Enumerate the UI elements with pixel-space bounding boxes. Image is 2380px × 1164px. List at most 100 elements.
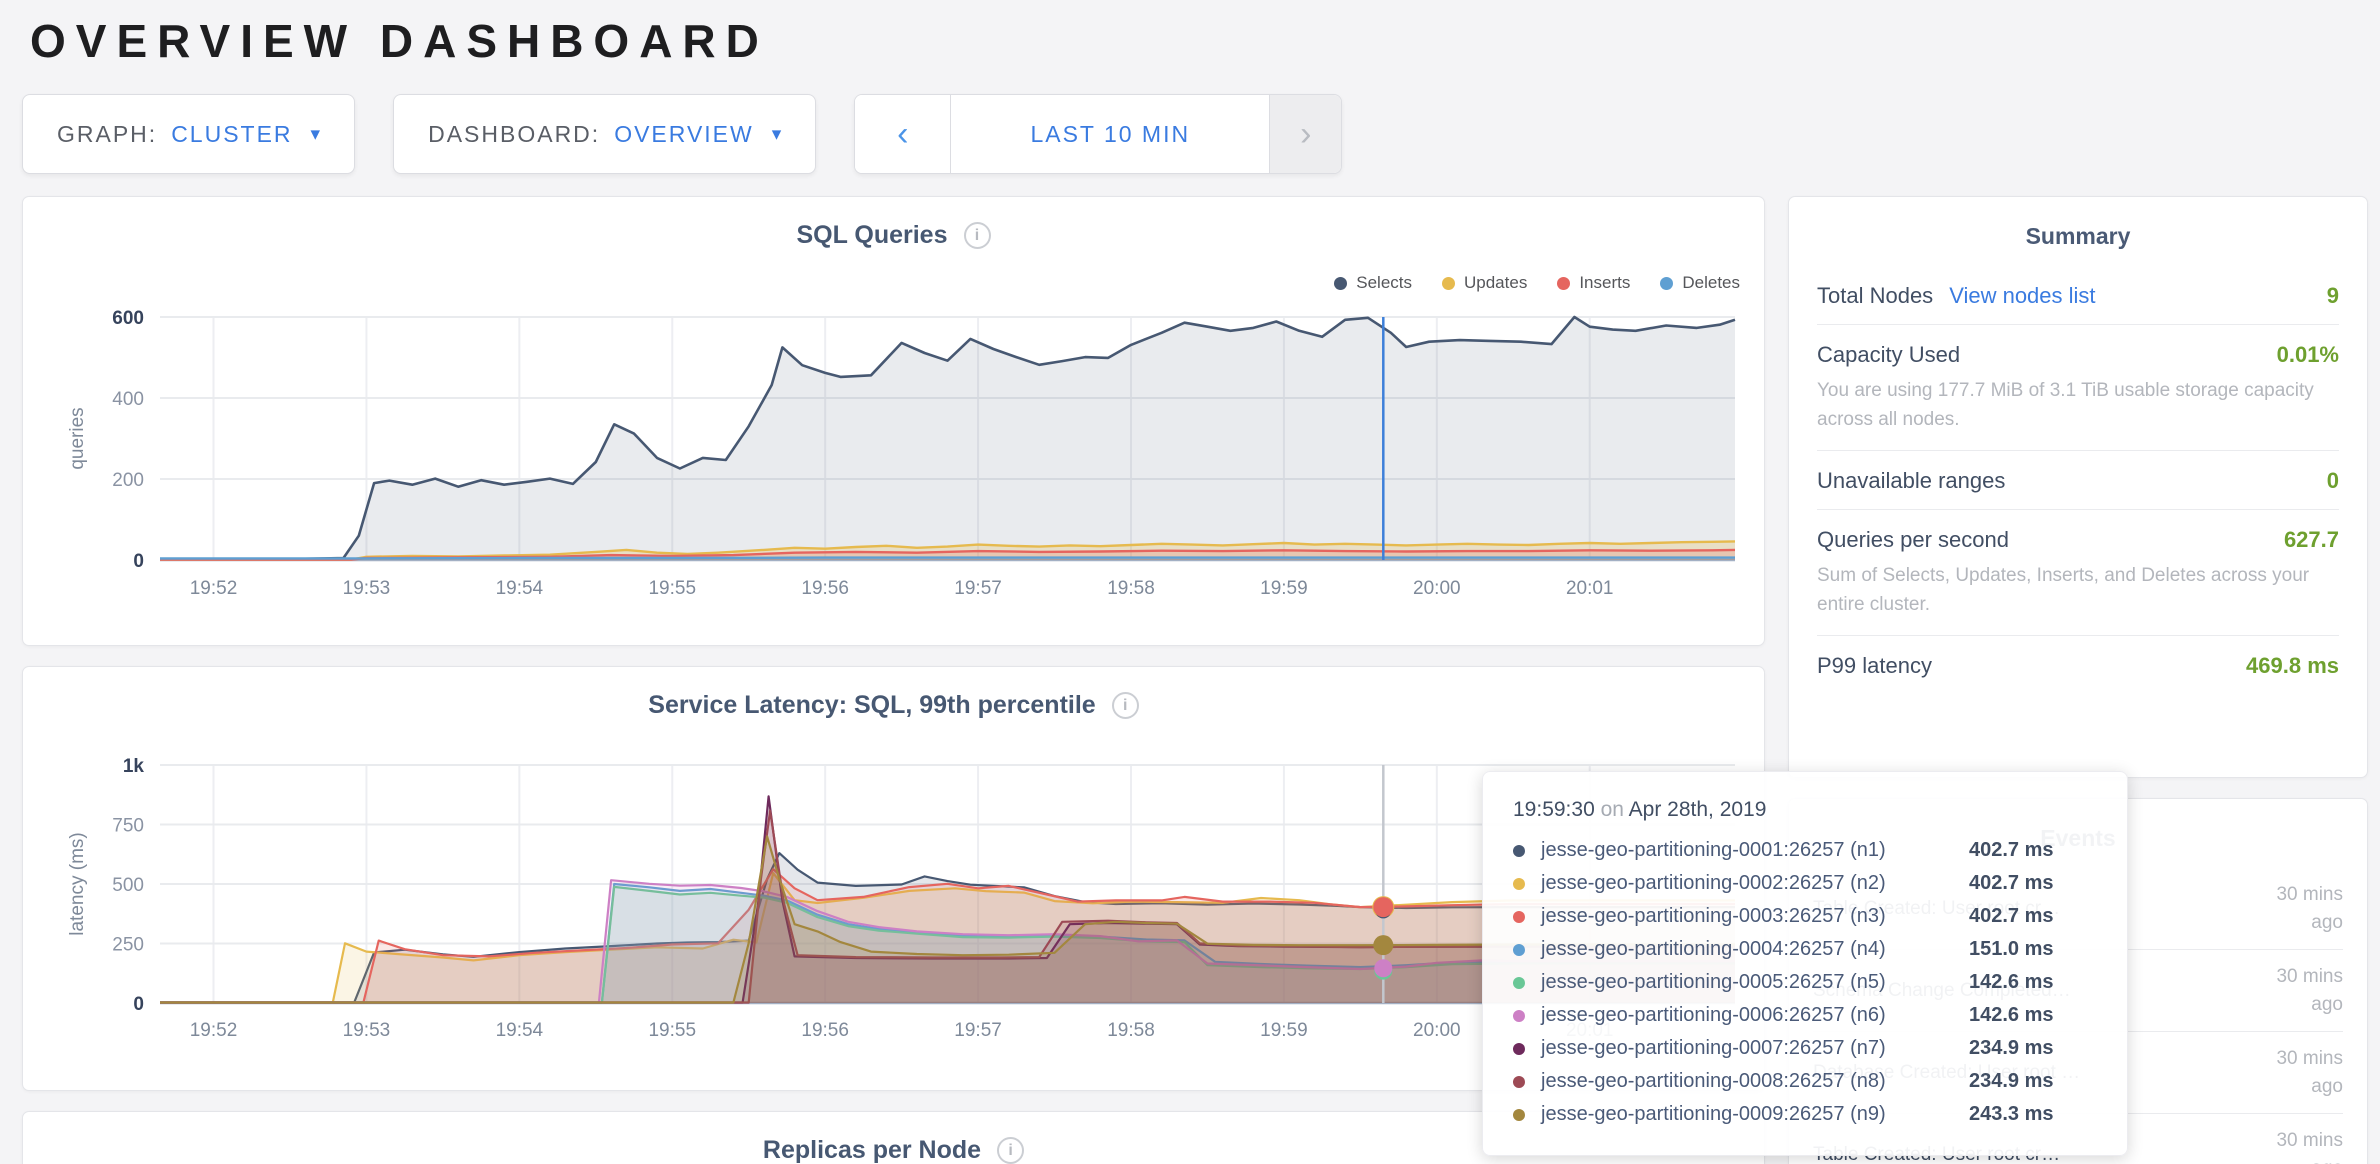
chart-hover-tooltip: 19:59:30 on Apr 28th, 2019 jesse-geo-par… [1482, 771, 2128, 1156]
summary-row-label: Unavailable ranges [1817, 468, 2005, 494]
svg-text:20:00: 20:00 [1413, 578, 1461, 599]
summary-row-label: Queries per second [1817, 527, 2009, 553]
summary-row-value: 0.01% [2277, 342, 2339, 368]
tooltip-node-name: jesse-geo-partitioning-0003:26257 (n3) [1541, 905, 1969, 928]
info-icon[interactable]: i [1112, 692, 1139, 719]
summary-row: Unavailable ranges 0 [1817, 451, 2339, 510]
legend-label: Deletes [1682, 273, 1740, 293]
legend-item-deletes[interactable]: Deletes [1660, 273, 1740, 293]
svg-text:19:59: 19:59 [1260, 1020, 1308, 1041]
tooltip-node-name: jesse-geo-partitioning-0002:26257 (n2) [1541, 872, 1969, 895]
time-range-selector: ‹ LAST 10 MIN › [854, 94, 1342, 174]
latency-title: Service Latency: SQL, 99th percentile [648, 691, 1095, 720]
tooltip-node-value: 234.9 ms [1969, 1070, 2054, 1093]
svg-text:250: 250 [112, 935, 144, 956]
info-icon[interactable]: i [964, 222, 991, 249]
node-color-dot-icon [1513, 944, 1525, 956]
summary-title: Summary [1817, 223, 2339, 250]
view-nodes-list-link[interactable]: View nodes list [1949, 283, 2095, 309]
tooltip-row: jesse-geo-partitioning-0008:26257 (n8)23… [1513, 1065, 2097, 1098]
svg-text:19:56: 19:56 [801, 578, 849, 599]
summary-row-value: 9 [2327, 283, 2339, 309]
summary-row: Capacity Used 0.01% You are using 177.7 Mi… [1817, 325, 2339, 451]
svg-text:19:53: 19:53 [343, 1020, 391, 1041]
tooltip-node-value: 402.7 ms [1969, 872, 2054, 895]
node-color-dot-icon [1513, 977, 1525, 989]
dashboard-dropdown[interactable]: DASHBOARD: OVERVIEW ▾ [393, 94, 816, 174]
tooltip-node-value: 402.7 ms [1969, 839, 2054, 862]
summary-row-desc: Sum of Selects, Updates, Inserts, and De… [1817, 561, 2339, 620]
tooltip-row: jesse-geo-partitioning-0003:26257 (n3)40… [1513, 900, 2097, 933]
chevron-down-icon: ▾ [772, 123, 782, 146]
node-color-dot-icon [1513, 911, 1525, 923]
tooltip-node-name: jesse-geo-partitioning-0007:26257 (n7) [1541, 1037, 1969, 1060]
tooltip-row: jesse-geo-partitioning-0004:26257 (n4)15… [1513, 933, 2097, 966]
tooltip-node-value: 243.3 ms [1969, 1103, 2054, 1126]
summary-row: Total Nodes View nodes list 9 [1817, 266, 2339, 325]
tooltip-node-name: jesse-geo-partitioning-0001:26257 (n1) [1541, 839, 1969, 862]
svg-text:200: 200 [112, 470, 144, 491]
sql-queries-chart[interactable]: 19:5219:5319:5419:5519:5619:5719:5819:59… [23, 302, 1764, 614]
svg-text:queries: queries [67, 407, 88, 469]
graph-dropdown-label: GRAPH: [57, 121, 157, 148]
svg-text:19:55: 19:55 [648, 1020, 696, 1041]
node-color-dot-icon [1513, 1076, 1525, 1088]
summary-row-value: 0 [2327, 468, 2339, 494]
sql-queries-legend: Selects Updates Inserts Deletes [1334, 273, 1740, 293]
legend-label: Updates [1464, 273, 1527, 293]
sql-queries-title-row: SQL Queries i [23, 197, 1764, 250]
tooltip-time: 19:59:30 [1513, 798, 1595, 821]
tooltip-node-name: jesse-geo-partitioning-0005:26257 (n5) [1541, 971, 1969, 994]
svg-text:19:55: 19:55 [648, 578, 696, 599]
event-time: 30 mins ago [2251, 881, 2343, 936]
info-icon[interactable]: i [997, 1137, 1024, 1164]
legend-item-selects[interactable]: Selects [1334, 273, 1412, 293]
svg-text:19:56: 19:56 [801, 1020, 849, 1041]
event-time: 30 mins ago [2251, 963, 2343, 1018]
svg-text:20:01: 20:01 [1566, 578, 1614, 599]
legend-dot-icon [1334, 277, 1347, 290]
svg-text:19:53: 19:53 [343, 578, 391, 599]
summary-rows: Total Nodes View nodes list 9 Capacity Used… [1817, 266, 2339, 694]
svg-text:400: 400 [112, 389, 144, 410]
node-color-dot-icon [1513, 878, 1525, 890]
toolbar: GRAPH: CLUSTER ▾ DASHBOARD: OVERVIEW ▾ ‹… [22, 94, 2380, 174]
replicas-title: Replicas per Node [763, 1136, 981, 1164]
svg-text:19:54: 19:54 [496, 578, 544, 599]
chevron-down-icon: ▾ [311, 123, 321, 146]
sql-queries-title: SQL Queries [797, 221, 948, 250]
svg-text:19:57: 19:57 [954, 1020, 1002, 1041]
svg-text:0: 0 [133, 994, 144, 1015]
tooltip-node-name: jesse-geo-partitioning-0006:26257 (n6) [1541, 1004, 1969, 1027]
tooltip-date: Apr 28th, 2019 [1629, 798, 1767, 821]
summary-row-desc: You are using 177.7 MiB of 3.1 TiB usabl… [1817, 376, 2339, 435]
svg-text:1k: 1k [123, 756, 145, 777]
legend-item-updates[interactable]: Updates [1442, 273, 1527, 293]
svg-text:19:52: 19:52 [190, 1020, 238, 1041]
tooltip-node-value: 142.6 ms [1969, 1004, 2054, 1027]
legend-dot-icon [1442, 277, 1455, 290]
event-time: 30 mins ago [2251, 1127, 2343, 1164]
svg-text:20:00: 20:00 [1413, 1020, 1461, 1041]
summary-row-label: Total Nodes [1817, 283, 1933, 309]
tooltip-node-value: 151.0 ms [1969, 938, 2054, 961]
legend-item-inserts[interactable]: Inserts [1557, 273, 1630, 293]
graph-dropdown[interactable]: GRAPH: CLUSTER ▾ [22, 94, 355, 174]
summary-row-label: Capacity Used [1817, 342, 1960, 368]
legend-dot-icon [1557, 277, 1570, 290]
page-title: OVERVIEW DASHBOARD [30, 14, 2380, 68]
node-color-dot-icon [1513, 1043, 1525, 1055]
time-next-button: › [1269, 95, 1341, 173]
svg-text:750: 750 [112, 816, 144, 837]
tooltip-row: jesse-geo-partitioning-0005:26257 (n5)14… [1513, 966, 2097, 999]
svg-text:19:54: 19:54 [496, 1020, 544, 1041]
summary-row-value: 627.7 [2284, 527, 2339, 553]
svg-text:0: 0 [133, 551, 144, 572]
summary-row: P99 latency469.8 ms [1817, 636, 2339, 694]
svg-text:500: 500 [112, 875, 144, 896]
dashboard-dropdown-value: OVERVIEW [614, 121, 754, 148]
time-range-label[interactable]: LAST 10 MIN [951, 95, 1269, 173]
tooltip-row: jesse-geo-partitioning-0009:26257 (n9)24… [1513, 1098, 2097, 1131]
legend-dot-icon [1660, 277, 1673, 290]
time-prev-button[interactable]: ‹ [855, 95, 951, 173]
